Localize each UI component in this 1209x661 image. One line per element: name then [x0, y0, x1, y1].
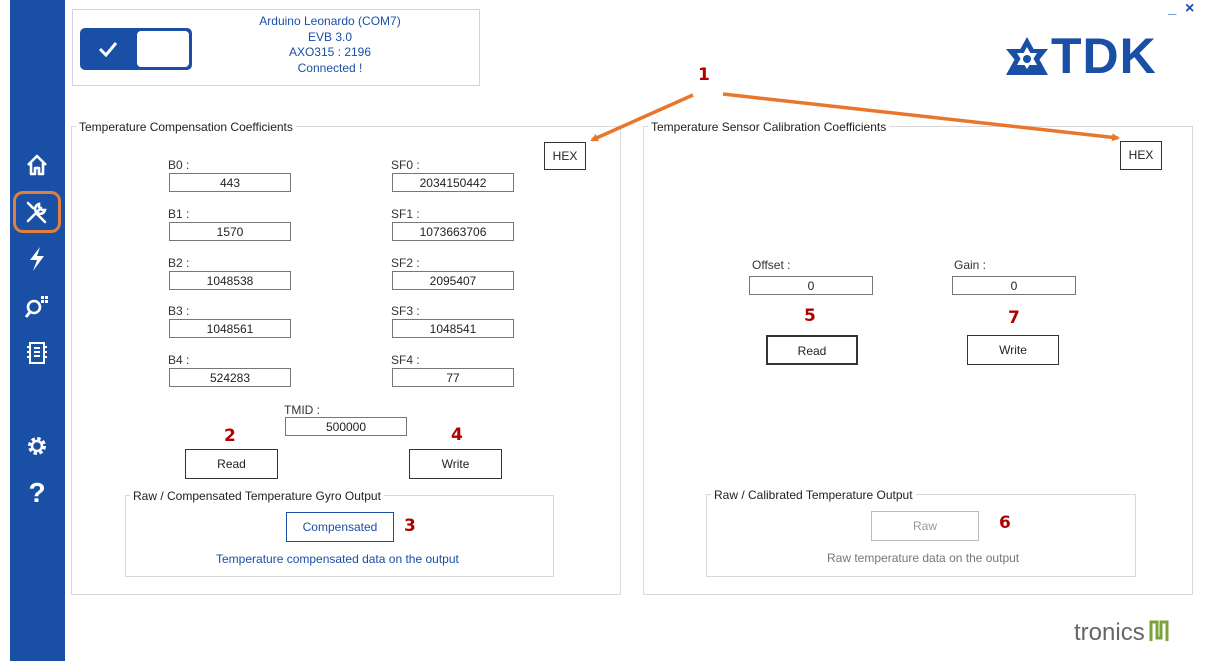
- arrow-to-left-hex: [590, 93, 694, 142]
- tronics-emblem-icon: [1149, 620, 1169, 641]
- tronics-logo: tronics: [1074, 619, 1170, 647]
- annotation-arrows: [590, 92, 1120, 142]
- tronics-logo-text: tronics: [1074, 619, 1145, 646]
- arrow-to-right-hex: [722, 92, 1120, 142]
